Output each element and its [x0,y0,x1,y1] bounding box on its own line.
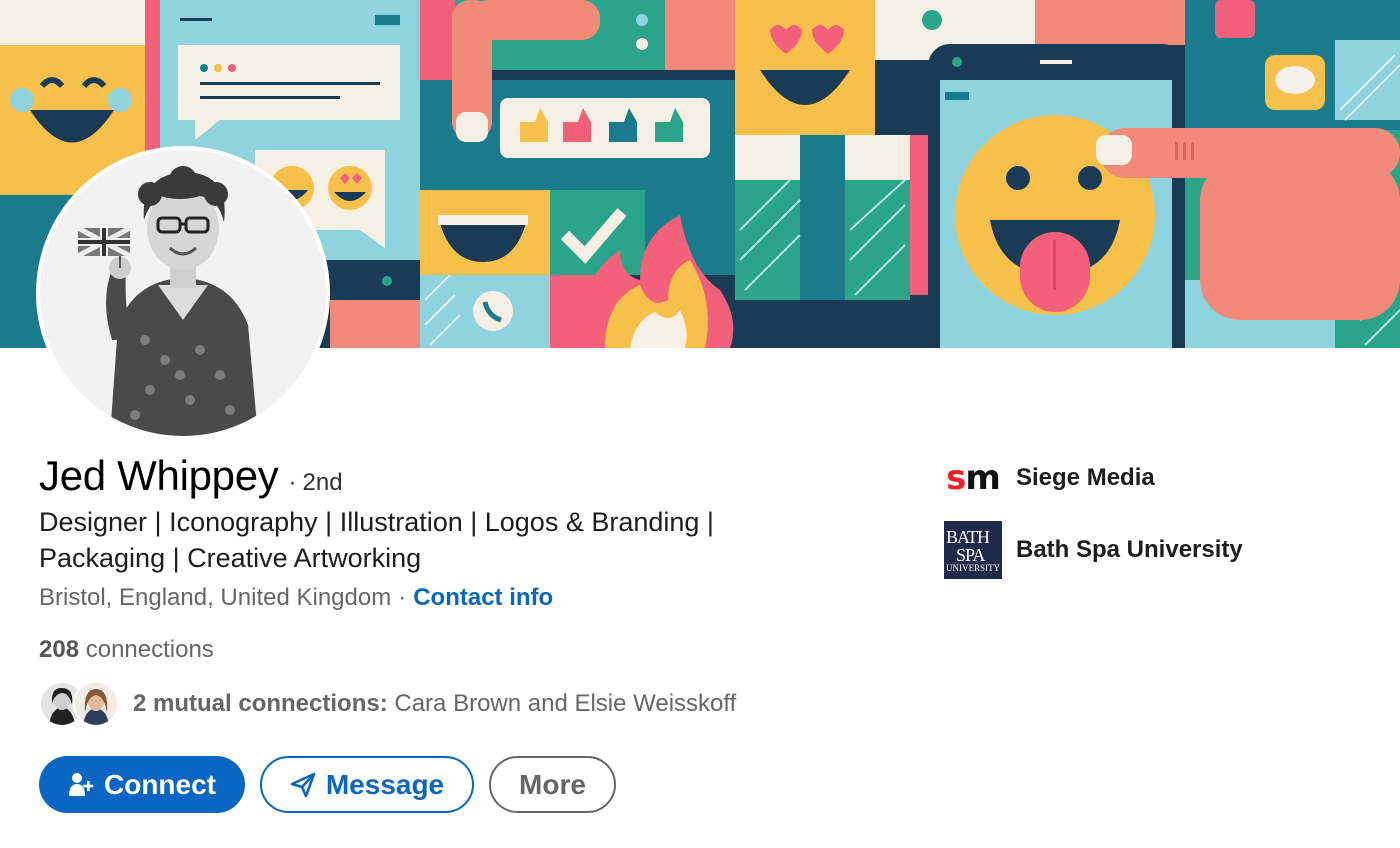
degree-label: 2nd [302,469,343,496]
bath-spa-logo: BATH SPA UNIVERSITY [944,521,1002,579]
connect-label: Connect [104,768,216,800]
message-label: Message [325,768,445,800]
connection-degree: · 2nd [289,469,343,497]
profile-photo-graphic [40,150,326,436]
degree-separator: · [288,469,297,496]
add-person-icon-graphic [69,772,94,796]
phone-emoji [928,44,1184,348]
mutual-avatars [39,677,123,731]
bath-spa-logo-line-2: SPA [956,544,985,565]
company-name: Siege Media [1016,464,1155,491]
connections-count[interactable]: 208 connections [39,636,214,664]
siege-media-logo-s: s [946,458,966,498]
contact-info-link[interactable]: Contact info [413,584,553,611]
siege-media-logo-m: m [965,458,1000,498]
school-name: Bath Spa University [1016,536,1243,563]
connections-label: connections [85,636,214,663]
bath-spa-logo-line-1: BATH [946,526,990,547]
mutual-count-label: 2 mutual connections: [133,690,388,717]
avatar [73,681,119,727]
connections-number: 208 [39,636,80,663]
mutual-names: Cara Brown and Elsie Weisskoff [394,690,737,717]
phone-call-tile [462,282,524,340]
send-icon-graphic [290,772,316,797]
profile-name: Jed Whippey [39,452,279,499]
mutual-connections-text: 2 mutual connections: Cara Brown and Els… [133,690,736,718]
more-label: More [519,768,586,800]
location-separator: · [398,584,407,611]
reactions-bar [500,98,710,158]
profile-headline: Designer | Iconography | Illustration | … [39,507,714,573]
current-company[interactable]: sm Siege Media [944,456,1155,500]
education-school[interactable]: BATH SPA UNIVERSITY Bath Spa University [944,521,1243,579]
send-icon [290,772,316,798]
siege-media-logo: sm [944,449,1002,507]
name-row: Jed Whippey · 2nd [39,452,343,500]
profile-photo[interactable] [36,146,330,440]
union-flag-icon [76,225,132,259]
bath-spa-logo-line-3: UNIVERSITY [946,562,1000,573]
add-person-icon [68,772,94,798]
mutual-avatar-2-graphic [75,683,117,725]
message-button[interactable]: Message [260,756,474,813]
location-row: Bristol, England, United Kingdom · Contact… [39,584,553,612]
more-button[interactable]: More [489,756,616,813]
profile-location: Bristol, England, United Kingdom [39,584,392,611]
mutual-connections[interactable]: 2 mutual connections: Cara Brown and Els… [39,676,736,732]
connect-button[interactable]: Connect [39,756,245,813]
